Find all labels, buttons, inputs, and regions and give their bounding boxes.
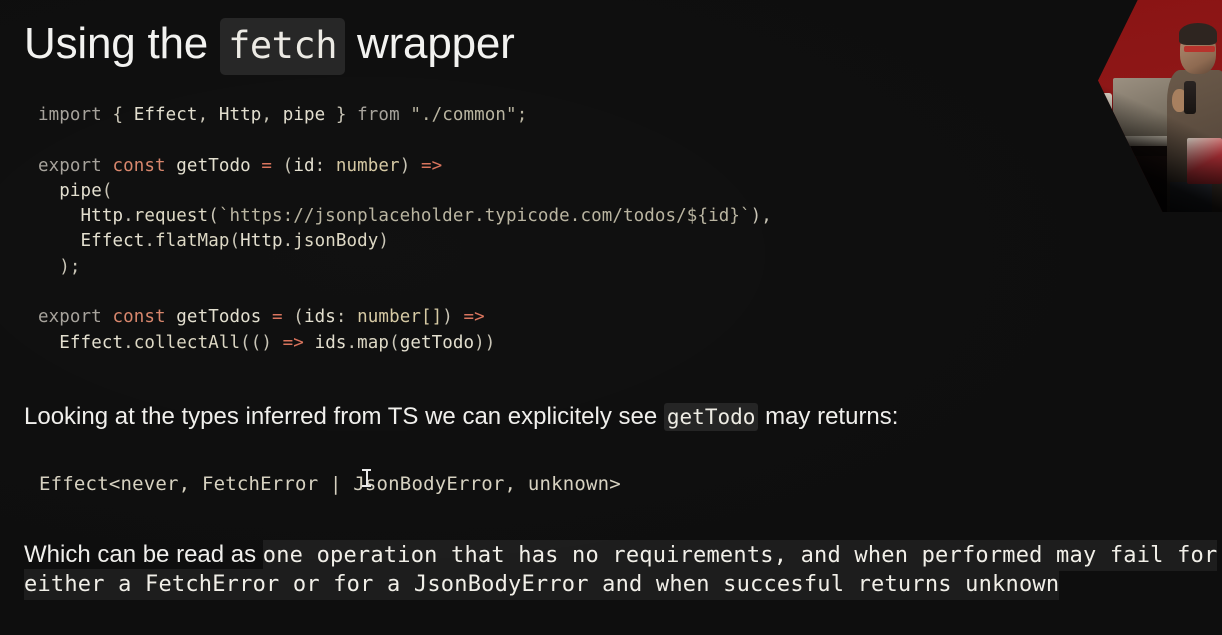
code-token: getTodo	[399, 332, 475, 353]
code-token: getTodo	[176, 155, 251, 176]
code-token: (	[101, 180, 113, 201]
code-line: );	[38, 255, 772, 280]
code-token: .	[123, 206, 134, 227]
code-token: (	[229, 231, 241, 252]
code-token: )	[378, 231, 390, 252]
code-token: ids	[303, 307, 336, 328]
code-token: Http	[80, 206, 124, 227]
code-block: import { Effect, Http, pipe } from "./co…	[38, 103, 772, 356]
code-token: ))	[474, 332, 496, 353]
webcam-edge-fade	[1098, 0, 1222, 212]
code-token: Effect	[59, 332, 124, 353]
code-token: import	[38, 105, 102, 125]
code-token: :	[314, 155, 336, 176]
code-token: number	[335, 155, 400, 176]
code-token: Http	[240, 231, 283, 252]
code-token: =>	[463, 307, 485, 328]
code-token: .	[123, 332, 134, 353]
code-token: ,	[197, 105, 219, 125]
code-token: collectAll	[133, 332, 241, 353]
inline-code-gettodo: getTodo	[663, 403, 759, 431]
code-line: export const getTodos = (ids: number[]) …	[38, 305, 772, 330]
code-token: jsonBody	[293, 231, 379, 252]
code-token: pipe	[59, 180, 102, 201]
code-token: Effect	[80, 231, 145, 252]
code-token: }	[325, 105, 358, 125]
code-line: Effect.collectAll(() => ids.map(getTodo)…	[38, 331, 772, 356]
title-prefix: Using the	[24, 19, 221, 68]
code-token: flatMap	[155, 231, 230, 252]
code-token: number[]	[357, 307, 443, 328]
code-token: (	[389, 332, 400, 353]
title-code-chip: fetch	[220, 18, 345, 75]
code-line: import { Effect, Http, pipe } from "./co…	[38, 103, 772, 128]
code-token: Effect	[133, 105, 198, 125]
code-token: id	[293, 155, 315, 176]
code-token: .	[144, 231, 156, 252]
code-line: pipe(	[38, 179, 772, 204]
code-token: `https://jsonplaceholder.typicode.com/to…	[218, 206, 751, 227]
readas-plain-text: Which can be read as	[24, 541, 263, 568]
code-token: .	[282, 231, 294, 252]
code-token: export	[38, 307, 102, 328]
code-token: pipe	[282, 105, 326, 125]
code-token: from	[357, 105, 400, 125]
code-token: :	[335, 307, 358, 328]
page-title: Using the fetch wrapper	[24, 14, 515, 76]
code-token: "./common";	[399, 105, 528, 125]
paragraph-text-after: may returns:	[758, 403, 899, 430]
paragraph-read-as-line2: either a FetchError or for a JsonBodyErr…	[24, 569, 1060, 600]
code-token: =	[261, 155, 273, 176]
code-token: )	[399, 155, 421, 176]
code-token: request	[133, 206, 209, 227]
paragraph-read-as: Which can be read as one operation that …	[24, 538, 1218, 572]
paragraph-text-before: Looking at the types inferred from TS we…	[24, 403, 664, 430]
code-token: getTodos	[176, 307, 262, 328]
code-token: (	[282, 307, 304, 328]
code-line: Effect.flatMap(Http.jsonBody)	[38, 229, 772, 254]
code-token: {	[101, 105, 134, 125]
code-token: const	[112, 307, 166, 328]
code-token: (	[208, 206, 219, 227]
code-token: =>	[420, 155, 443, 176]
presenter-webcam-overlay	[1098, 0, 1222, 212]
readas-mono-line-1: one operation that has no requirements, …	[262, 540, 1218, 571]
paragraph-inferred-types: Looking at the types inferred from TS we…	[24, 400, 898, 434]
code-token: =	[272, 307, 283, 328]
slide-canvas: Using the fetch wrapper import { Effect,…	[0, 0, 1222, 635]
code-line: Http.request(`https://jsonplaceholder.ty…	[38, 204, 772, 229]
code-token: const	[112, 155, 166, 176]
inferred-type-signature: Effect<never, FetchError | JsonBodyError…	[39, 473, 621, 495]
code-token: export	[38, 155, 102, 176]
title-suffix: wrapper	[345, 19, 515, 68]
code-token: (	[272, 155, 294, 176]
code-token: .	[346, 332, 358, 353]
code-token: Http	[218, 105, 262, 125]
code-token: );	[38, 256, 81, 277]
code-token: ids	[314, 332, 347, 353]
code-line: export const getTodo = (id: number) =>	[38, 154, 772, 179]
code-token: map	[357, 332, 390, 353]
code-token: )	[442, 307, 464, 328]
code-token: ,	[261, 105, 283, 125]
code-token: (()	[240, 332, 283, 353]
code-token: =>	[282, 332, 304, 353]
readas-mono-line-2: either a FetchError or for a JsonBodyErr…	[24, 569, 1060, 600]
code-token: ),	[750, 206, 772, 227]
